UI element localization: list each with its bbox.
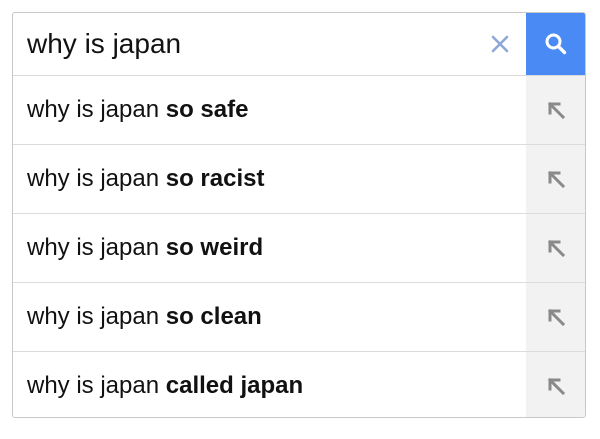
fill-query-button[interactable] [526, 352, 585, 417]
suggestion-completion: called japan [165, 372, 304, 399]
suggestion-prefix: why is japan [27, 303, 166, 330]
fill-query-button[interactable] [526, 214, 585, 282]
suggestion-prefix: why is japan [27, 234, 166, 261]
suggestion-completion: so weird [165, 234, 264, 261]
suggestion-prefix: why is japan [27, 165, 166, 192]
suggestion-item[interactable]: why is japan so weird [13, 214, 585, 283]
suggestion-label: why is japan so safe [27, 76, 248, 144]
suggestion-completion: so racist [165, 165, 265, 192]
suggestion-item[interactable]: why is japan called japan [13, 352, 585, 417]
arrow-up-left-icon [547, 308, 565, 327]
suggestion-label: why is japan so racist [27, 145, 264, 213]
suggestion-prefix: why is japan [27, 96, 166, 123]
suggestion-label: why is japan called japan [27, 352, 304, 417]
arrow-up-left-icon [547, 377, 565, 396]
fill-query-button[interactable] [526, 283, 585, 351]
suggestion-item[interactable]: why is japan so safe [13, 76, 585, 145]
close-icon [491, 35, 509, 53]
suggestion-item[interactable]: why is japan so racist [13, 145, 585, 214]
suggestion-label: why is japan so clean [27, 283, 262, 351]
search-autocomplete: why is japan so safe why is japan so rac… [12, 12, 586, 418]
search-bar [13, 13, 585, 76]
arrow-up-left-icon [547, 170, 565, 189]
suggestion-completion: so clean [165, 303, 262, 330]
fill-query-button[interactable] [526, 76, 585, 144]
suggestion-completion: so safe [165, 96, 249, 123]
fill-query-button[interactable] [526, 145, 585, 213]
arrow-up-left-icon [547, 101, 565, 120]
clear-button[interactable] [475, 13, 525, 75]
search-button[interactable] [526, 13, 585, 75]
search-icon [545, 33, 566, 55]
suggestion-label: why is japan so weird [27, 214, 263, 282]
arrow-up-left-icon [547, 239, 565, 258]
suggestion-item[interactable]: why is japan so clean [13, 283, 585, 352]
suggestion-prefix: why is japan [27, 372, 166, 399]
search-input[interactable] [13, 13, 473, 75]
